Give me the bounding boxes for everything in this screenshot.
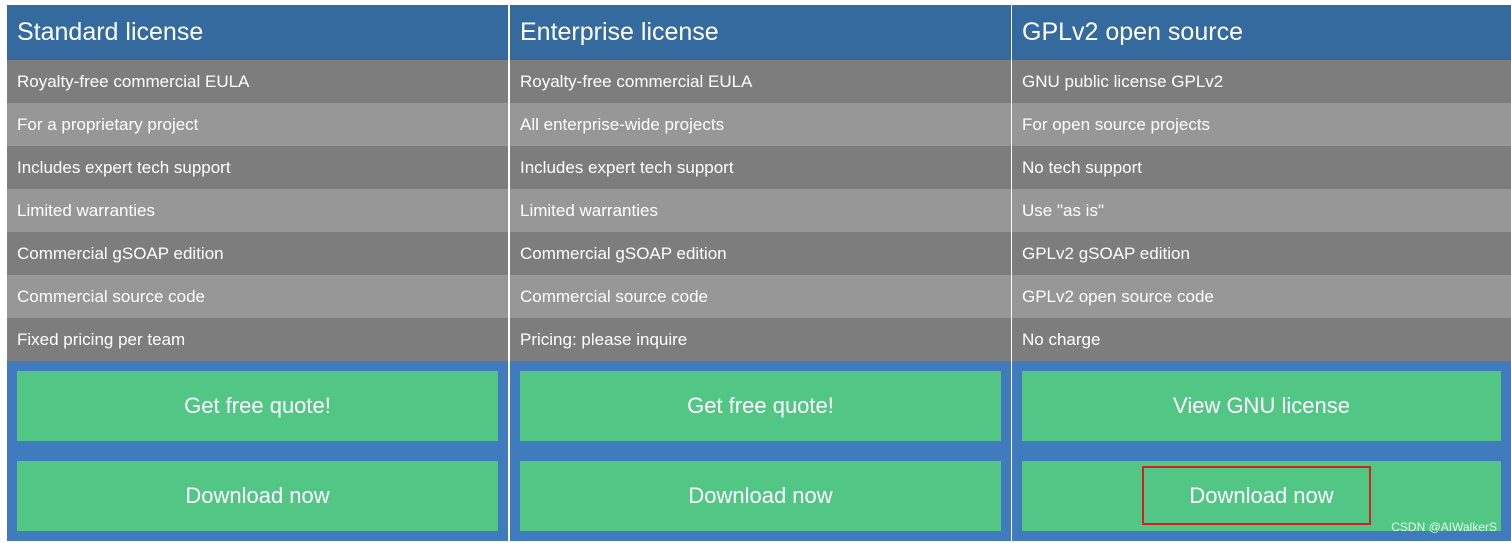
get-free-quote-button[interactable]: Get free quote!	[17, 371, 498, 441]
feature-row: Royalty-free commercial EULA	[510, 60, 1011, 103]
license-column-standard: Standard license Royalty-free commercial…	[7, 5, 508, 541]
feature-row: Commercial gSOAP edition	[510, 232, 1011, 275]
download-now-button[interactable]: Download now	[520, 461, 1001, 531]
feature-row: Includes expert tech support	[7, 146, 508, 189]
feature-row: Royalty-free commercial EULA	[7, 60, 508, 103]
get-free-quote-button[interactable]: Get free quote!	[520, 371, 1001, 441]
feature-row: For a proprietary project	[7, 103, 508, 146]
feature-row: Commercial source code	[510, 275, 1011, 318]
feature-row: All enterprise-wide projects	[510, 103, 1011, 146]
feature-row: No charge	[1012, 318, 1511, 361]
column-title: Enterprise license	[510, 5, 1011, 60]
feature-row: GNU public license GPLv2	[1012, 60, 1511, 103]
feature-row: Pricing: please inquire	[510, 318, 1011, 361]
feature-row: Fixed pricing per team	[7, 318, 508, 361]
feature-row: Limited warranties	[7, 189, 508, 232]
license-column-enterprise: Enterprise license Royalty-free commerci…	[510, 5, 1011, 541]
watermark: CSDN @AIWalkerS	[1391, 520, 1497, 534]
feature-row: GPLv2 gSOAP edition	[1012, 232, 1511, 275]
download-now-button[interactable]: Download now	[17, 461, 498, 531]
feature-row: Commercial source code	[7, 275, 508, 318]
license-column-gplv2: GPLv2 open source GNU public license GPL…	[1012, 5, 1511, 541]
feature-row: No tech support	[1012, 146, 1511, 189]
feature-row: Use "as is"	[1012, 189, 1511, 232]
feature-row: Includes expert tech support	[510, 146, 1011, 189]
column-title: Standard license	[7, 5, 508, 60]
feature-row: GPLv2 open source code	[1012, 275, 1511, 318]
column-title: GPLv2 open source	[1012, 5, 1511, 60]
view-gnu-license-button[interactable]: View GNU license	[1022, 371, 1501, 441]
feature-row: For open source projects	[1012, 103, 1511, 146]
feature-row: Limited warranties	[510, 189, 1011, 232]
feature-row: Commercial gSOAP edition	[7, 232, 508, 275]
